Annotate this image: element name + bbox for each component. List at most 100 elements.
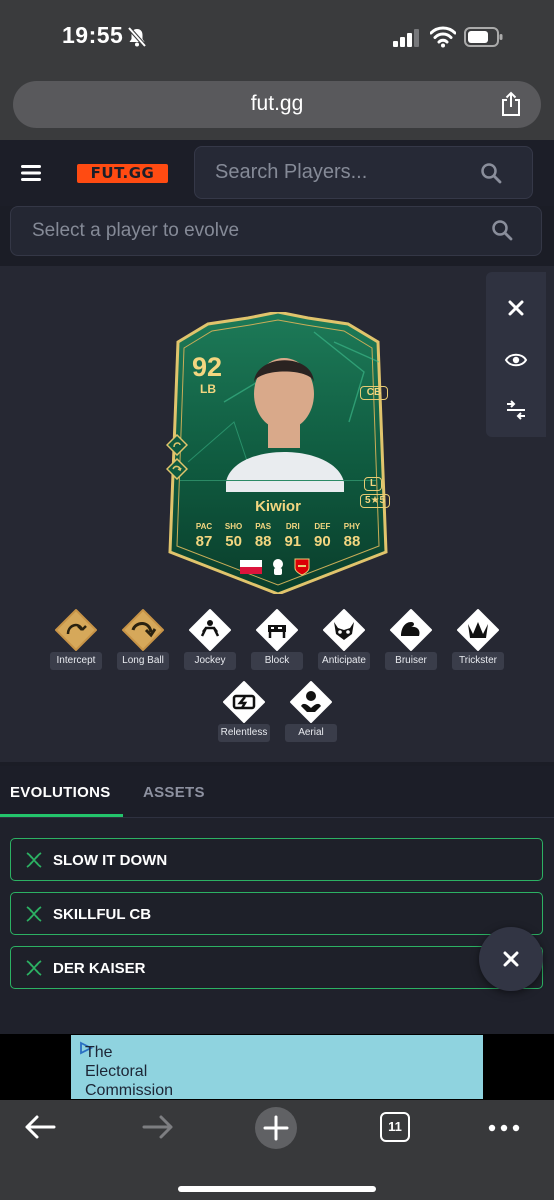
playstyle-label: Intercept: [50, 652, 102, 670]
stat-pac: PAC 87: [190, 522, 218, 550]
ad-text: The Electoral Commission: [85, 1043, 173, 1100]
share-icon[interactable]: [500, 91, 522, 117]
active-tab-indicator: [0, 814, 123, 817]
tab-evolutions[interactable]: EVOLUTIONS: [10, 784, 111, 801]
player-card-panel: 92 LB CB L 5★5 Kiwior PAC 87 SHO 50 PAS …: [0, 266, 554, 762]
playstyle-trickster[interactable]: Trickster: [448, 608, 508, 672]
card-stats: PAC 87 SHO 50 PAS 88 DRI 91 DEF 90 PHY 8…: [190, 522, 366, 550]
evolution-item[interactable]: SLOW IT DOWN: [10, 838, 543, 881]
playstyle-anticipate[interactable]: Anticipate: [314, 608, 374, 672]
preferred-foot-badge: L: [364, 477, 382, 491]
anticipate-icon: [323, 609, 365, 651]
playstyle-block[interactable]: Block: [247, 608, 307, 672]
trickster-icon: [457, 609, 499, 651]
ad-line: Electoral: [85, 1063, 148, 1080]
search-icon[interactable]: [480, 162, 502, 184]
playstyle-plus-long-ball-icon: [166, 458, 188, 480]
collapse-icon[interactable]: [504, 398, 528, 422]
ad-banner-strip: The Electoral Commission: [0, 1034, 554, 1100]
url-text: fut.gg: [250, 92, 304, 115]
stat-sho: SHO 50: [220, 522, 248, 550]
back-arrow-icon[interactable]: [24, 1114, 56, 1140]
tab-count-button[interactable]: 11: [380, 1112, 410, 1142]
stat-label: DRI: [285, 522, 300, 531]
stat-value: 88: [343, 533, 361, 550]
playstyle-label: Bruiser: [385, 652, 437, 670]
evolve-player-select[interactable]: [10, 206, 542, 256]
bruiser-icon: [390, 609, 432, 651]
evolution-name: SKILLFUL CB: [53, 906, 152, 923]
relentless-icon: [223, 681, 265, 723]
cell-signal-icon: [393, 29, 419, 47]
poland-flag-icon: [240, 560, 262, 574]
battery-icon: [464, 27, 503, 47]
menu-icon[interactable]: [21, 165, 41, 181]
status-time: 19:55: [62, 22, 124, 48]
home-indicator: [178, 1186, 376, 1192]
ad-line: The: [85, 1044, 113, 1061]
card-rating: 92: [192, 352, 223, 382]
playstyle-relentless[interactable]: Relentless: [214, 680, 274, 744]
advertisement[interactable]: The Electoral Commission: [71, 1035, 483, 1099]
eye-icon[interactable]: [504, 348, 528, 372]
new-tab-icon[interactable]: [254, 1106, 298, 1150]
evolution-name: SLOW IT DOWN: [53, 852, 168, 869]
arsenal-crest-icon: [294, 558, 310, 576]
address-bar[interactable]: fut.gg: [13, 81, 541, 128]
stat-phy: PHY 88: [338, 522, 366, 550]
ad-line: Commission: [85, 1082, 174, 1099]
dna-icon: [26, 960, 42, 976]
stat-value: 87: [195, 533, 213, 550]
stat-def: DEF 90: [308, 522, 336, 550]
playstyle-label: Trickster: [452, 652, 504, 670]
card-position: LB: [200, 382, 216, 396]
alt-position-badge: CB: [360, 386, 388, 400]
wifi-icon: [430, 26, 456, 48]
close-icon[interactable]: [504, 296, 528, 320]
evolve-input[interactable]: [32, 207, 432, 255]
tab-assets[interactable]: ASSETS: [143, 784, 205, 801]
stat-value: 91: [284, 533, 302, 550]
evolution-tabs: EVOLUTIONS ASSETS: [0, 766, 554, 818]
evolution-item[interactable]: SKILLFUL CB: [10, 892, 543, 935]
playstyle-long-ball[interactable]: Long Ball: [113, 608, 173, 672]
player-search[interactable]: [194, 146, 533, 199]
playstyle-label: Block: [251, 652, 303, 670]
stat-value: 88: [254, 533, 272, 550]
stat-dri: DRI 91: [279, 522, 307, 550]
more-icon[interactable]: [488, 1124, 520, 1132]
playstyle-label: Relentless: [218, 724, 270, 742]
playstyle-bruiser[interactable]: Bruiser: [381, 608, 441, 672]
playstyle-label: Jockey: [184, 652, 236, 670]
stat-value: 90: [314, 533, 331, 550]
search-icon[interactable]: [491, 219, 513, 241]
player-card[interactable]: 92 LB CB L 5★5 Kiwior PAC 87 SHO 50 PAS …: [164, 312, 392, 594]
card-tools: [486, 272, 546, 437]
playstyle-plus-interception-icon: [166, 434, 188, 456]
floating-close-button[interactable]: [479, 927, 543, 991]
browser-top-bar: 19:55 fut.gg: [0, 0, 554, 140]
search-input[interactable]: [215, 147, 475, 198]
dna-icon: [26, 852, 42, 868]
dna-icon: [26, 906, 42, 922]
player-name: Kiwior: [255, 498, 301, 515]
block-icon: [256, 609, 298, 651]
forward-arrow-icon[interactable]: [142, 1114, 174, 1140]
stat-label: SHO: [224, 522, 243, 531]
site-header: FUT.GG: [0, 140, 554, 206]
jockey-icon: [189, 609, 231, 651]
stat-label: DEF: [314, 522, 331, 531]
evolution-item[interactable]: DER KAISER: [10, 946, 543, 989]
evolution-name: DER KAISER: [53, 960, 146, 977]
playstyle-interception[interactable]: Intercept: [46, 608, 106, 672]
playstyle-label: Aerial: [285, 724, 337, 742]
close-icon: [503, 951, 519, 967]
long-ball-icon: [122, 609, 164, 651]
stat-pas: PAS 88: [249, 522, 277, 550]
playstyle-label: Long Ball: [117, 652, 169, 670]
playstyle-jockey[interactable]: Jockey: [180, 608, 240, 672]
stat-label: PAC: [195, 522, 213, 531]
site-logo[interactable]: FUT.GG: [77, 164, 168, 183]
stat-label: PHY: [343, 522, 361, 531]
playstyle-aerial[interactable]: Aerial: [281, 680, 341, 744]
